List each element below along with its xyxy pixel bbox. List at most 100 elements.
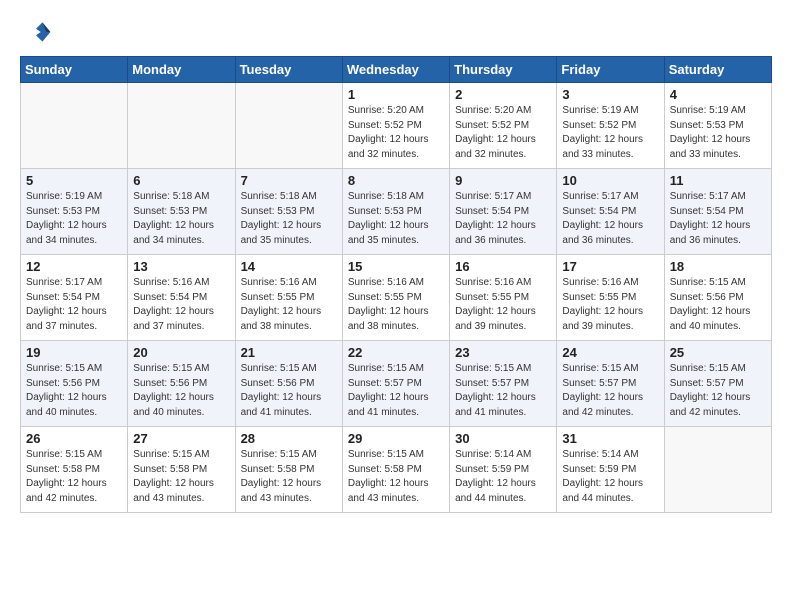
weekday-header-sunday: Sunday bbox=[21, 57, 128, 83]
calendar-cell: 4 Sunrise: 5:19 AM Sunset: 5:53 PM Daylig… bbox=[664, 83, 771, 169]
day-number: 19 bbox=[26, 345, 122, 360]
day-number: 2 bbox=[455, 87, 551, 102]
day-number: 31 bbox=[562, 431, 658, 446]
day-number: 21 bbox=[241, 345, 337, 360]
cell-info: Sunrise: 5:15 AM Sunset: 5:56 PM Dayligh… bbox=[670, 276, 766, 334]
calendar-cell: 22Sunrise: 5:15 AM Sunset: 5:57 PM Dayli… bbox=[342, 341, 449, 427]
calendar-cell: 13 Sunrise: 5:16 AM Sunset: 5:54 PM Dayli… bbox=[128, 255, 235, 341]
cell-info: Sunrise: 5:16 AM Sunset: 5:55 PM Dayligh… bbox=[241, 276, 337, 334]
cell-info: Sunrise: 5:14 AM Sunset: 5:59 PM Dayligh… bbox=[455, 448, 551, 506]
day-number: 28 bbox=[241, 431, 337, 446]
cell-info: Sunrise: 5:18 AM Sunset: 5:53 PM Dayligh… bbox=[133, 190, 229, 248]
cell-info: Sunrise: 5:15 AM Sunset: 5:57 PM Dayligh… bbox=[670, 362, 766, 420]
day-number: 24 bbox=[562, 345, 658, 360]
header bbox=[20, 16, 772, 48]
day-number: 27 bbox=[133, 431, 229, 446]
calendar-cell: 31 Sunrise: 5:14 AM Sunset: 5:59 PM Dayli… bbox=[557, 427, 664, 513]
cell-info: Sunrise: 5:17 AM Sunset: 5:54 PM Dayligh… bbox=[26, 276, 122, 334]
day-number: 20 bbox=[133, 345, 229, 360]
day-number: 29 bbox=[348, 431, 444, 446]
calendar-cell bbox=[664, 427, 771, 513]
cell-info: Sunrise: 5:16 AM Sunset: 5:55 PM Dayligh… bbox=[455, 276, 551, 334]
day-number: 15 bbox=[348, 259, 444, 274]
day-number: 11 bbox=[670, 173, 766, 188]
day-number: 26 bbox=[26, 431, 122, 446]
cell-info: Sunrise: 5:14 AM Sunset: 5:59 PM Dayligh… bbox=[562, 448, 658, 506]
cell-info: Sunrise: 5:15 AM Sunset: 5:57 PM Dayligh… bbox=[562, 362, 658, 420]
calendar-table: SundayMondayTuesdayWednesdayThursdayFrid… bbox=[20, 56, 772, 513]
calendar-cell: 25Sunrise: 5:15 AM Sunset: 5:57 PM Dayli… bbox=[664, 341, 771, 427]
page: SundayMondayTuesdayWednesdayThursdayFrid… bbox=[0, 0, 792, 523]
day-number: 12 bbox=[26, 259, 122, 274]
calendar-cell: 26 Sunrise: 5:15 AM Sunset: 5:58 PM Dayli… bbox=[21, 427, 128, 513]
day-number: 4 bbox=[670, 87, 766, 102]
day-number: 23 bbox=[455, 345, 551, 360]
cell-info: Sunrise: 5:16 AM Sunset: 5:55 PM Dayligh… bbox=[562, 276, 658, 334]
week-row-0: 1 Sunrise: 5:20 AM Sunset: 5:52 PM Daylig… bbox=[21, 83, 772, 169]
day-number: 10 bbox=[562, 173, 658, 188]
cell-info: Sunrise: 5:19 AM Sunset: 5:53 PM Dayligh… bbox=[26, 190, 122, 248]
calendar-cell: 8 Sunrise: 5:18 AM Sunset: 5:53 PM Daylig… bbox=[342, 169, 449, 255]
week-row-4: 26 Sunrise: 5:15 AM Sunset: 5:58 PM Dayli… bbox=[21, 427, 772, 513]
week-row-3: 19 Sunrise: 5:15 AM Sunset: 5:56 PM Dayli… bbox=[21, 341, 772, 427]
day-number: 9 bbox=[455, 173, 551, 188]
day-number: 7 bbox=[241, 173, 337, 188]
cell-info: Sunrise: 5:15 AM Sunset: 5:58 PM Dayligh… bbox=[26, 448, 122, 506]
day-number: 30 bbox=[455, 431, 551, 446]
cell-info: Sunrise: 5:16 AM Sunset: 5:54 PM Dayligh… bbox=[133, 276, 229, 334]
calendar-cell: 7 Sunrise: 5:18 AM Sunset: 5:53 PM Daylig… bbox=[235, 169, 342, 255]
weekday-header-monday: Monday bbox=[128, 57, 235, 83]
calendar-cell: 10Sunrise: 5:17 AM Sunset: 5:54 PM Dayli… bbox=[557, 169, 664, 255]
week-row-2: 12 Sunrise: 5:17 AM Sunset: 5:54 PM Dayli… bbox=[21, 255, 772, 341]
cell-info: Sunrise: 5:20 AM Sunset: 5:52 PM Dayligh… bbox=[348, 104, 444, 162]
calendar-cell: 27Sunrise: 5:15 AM Sunset: 5:58 PM Dayli… bbox=[128, 427, 235, 513]
weekday-header-tuesday: Tuesday bbox=[235, 57, 342, 83]
day-number: 13 bbox=[133, 259, 229, 274]
weekday-header-saturday: Saturday bbox=[664, 57, 771, 83]
cell-info: Sunrise: 5:18 AM Sunset: 5:53 PM Dayligh… bbox=[241, 190, 337, 248]
calendar-cell bbox=[235, 83, 342, 169]
day-number: 14 bbox=[241, 259, 337, 274]
calendar-cell: 21 Sunrise: 5:15 AM Sunset: 5:56 PM Dayli… bbox=[235, 341, 342, 427]
calendar-cell: 20 Sunrise: 5:15 AM Sunset: 5:56 PM Dayli… bbox=[128, 341, 235, 427]
weekday-header-wednesday: Wednesday bbox=[342, 57, 449, 83]
day-number: 8 bbox=[348, 173, 444, 188]
weekday-header-friday: Friday bbox=[557, 57, 664, 83]
day-number: 22 bbox=[348, 345, 444, 360]
day-number: 18 bbox=[670, 259, 766, 274]
cell-info: Sunrise: 5:15 AM Sunset: 5:56 PM Dayligh… bbox=[133, 362, 229, 420]
calendar-cell: 30 Sunrise: 5:14 AM Sunset: 5:59 PM Dayli… bbox=[450, 427, 557, 513]
day-number: 16 bbox=[455, 259, 551, 274]
calendar-cell: 18 Sunrise: 5:15 AM Sunset: 5:56 PM Dayli… bbox=[664, 255, 771, 341]
day-number: 6 bbox=[133, 173, 229, 188]
calendar-cell: 28Sunrise: 5:15 AM Sunset: 5:58 PM Dayli… bbox=[235, 427, 342, 513]
day-number: 5 bbox=[26, 173, 122, 188]
calendar-cell: 1 Sunrise: 5:20 AM Sunset: 5:52 PM Daylig… bbox=[342, 83, 449, 169]
calendar-cell: 24 Sunrise: 5:15 AM Sunset: 5:57 PM Dayli… bbox=[557, 341, 664, 427]
cell-info: Sunrise: 5:18 AM Sunset: 5:53 PM Dayligh… bbox=[348, 190, 444, 248]
calendar-cell: 23 Sunrise: 5:15 AM Sunset: 5:57 PM Dayli… bbox=[450, 341, 557, 427]
day-number: 3 bbox=[562, 87, 658, 102]
day-number: 1 bbox=[348, 87, 444, 102]
calendar-cell: 2 Sunrise: 5:20 AM Sunset: 5:52 PM Daylig… bbox=[450, 83, 557, 169]
day-number: 17 bbox=[562, 259, 658, 274]
calendar-cell bbox=[21, 83, 128, 169]
calendar-cell: 15 Sunrise: 5:16 AM Sunset: 5:55 PM Dayli… bbox=[342, 255, 449, 341]
cell-info: Sunrise: 5:15 AM Sunset: 5:56 PM Dayligh… bbox=[26, 362, 122, 420]
logo bbox=[20, 16, 54, 48]
weekday-header-row: SundayMondayTuesdayWednesdayThursdayFrid… bbox=[21, 57, 772, 83]
calendar-cell: 5 Sunrise: 5:19 AM Sunset: 5:53 PM Daylig… bbox=[21, 169, 128, 255]
cell-info: Sunrise: 5:15 AM Sunset: 5:57 PM Dayligh… bbox=[455, 362, 551, 420]
calendar-cell: 9Sunrise: 5:17 AM Sunset: 5:54 PM Daylig… bbox=[450, 169, 557, 255]
cell-info: Sunrise: 5:15 AM Sunset: 5:56 PM Dayligh… bbox=[241, 362, 337, 420]
calendar-cell: 12 Sunrise: 5:17 AM Sunset: 5:54 PM Dayli… bbox=[21, 255, 128, 341]
cell-info: Sunrise: 5:20 AM Sunset: 5:52 PM Dayligh… bbox=[455, 104, 551, 162]
cell-info: Sunrise: 5:15 AM Sunset: 5:58 PM Dayligh… bbox=[348, 448, 444, 506]
cell-info: Sunrise: 5:17 AM Sunset: 5:54 PM Dayligh… bbox=[670, 190, 766, 248]
cell-info: Sunrise: 5:16 AM Sunset: 5:55 PM Dayligh… bbox=[348, 276, 444, 334]
cell-info: Sunrise: 5:19 AM Sunset: 5:53 PM Dayligh… bbox=[670, 104, 766, 162]
logo-icon bbox=[20, 16, 52, 48]
calendar-cell: 16 Sunrise: 5:16 AM Sunset: 5:55 PM Dayli… bbox=[450, 255, 557, 341]
calendar-cell: 3Sunrise: 5:19 AM Sunset: 5:52 PM Daylig… bbox=[557, 83, 664, 169]
calendar-cell: 11 Sunrise: 5:17 AM Sunset: 5:54 PM Dayli… bbox=[664, 169, 771, 255]
